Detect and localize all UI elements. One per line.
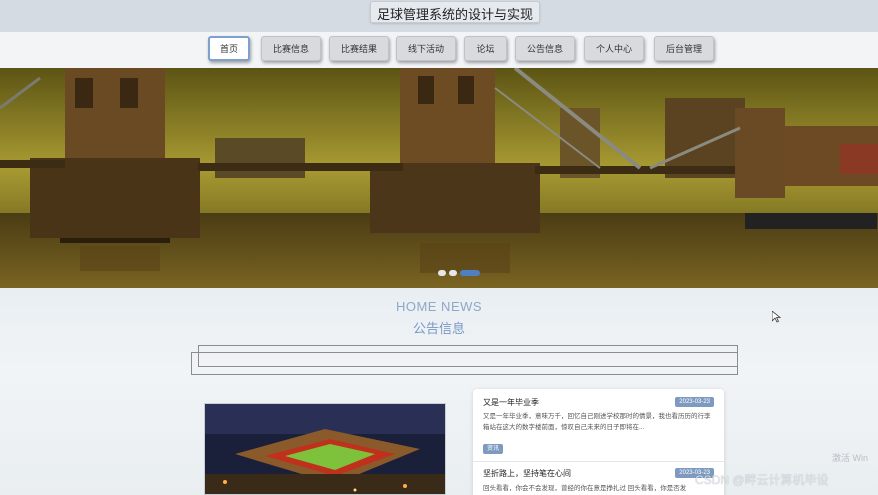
nav-item-announcements[interactable]: 公告信息 <box>515 36 575 61</box>
nav-item-home[interactable]: 首页 <box>208 36 250 61</box>
news-summary: 又是一年毕业季，意味万千，回忆自己刚进学校那时的情景，我也看历历的行李箱站在这大… <box>483 413 711 431</box>
news-item[interactable]: 坚折路上，坚持笔在心间 2023-03-23 回头看看，你会不会发现，曾经的你在… <box>473 462 724 495</box>
news-tag-badge: 资讯 <box>483 444 504 454</box>
divider-box <box>198 345 738 367</box>
stadium-image[interactable] <box>204 403 446 495</box>
nav-item-match-results[interactable]: 比赛结果 <box>329 36 389 61</box>
news-date-badge: 2023-03-23 <box>675 397 714 407</box>
site-title: 足球管理系统的设计与实现 <box>370 1 541 23</box>
carousel-dot[interactable] <box>449 270 457 276</box>
os-activation-notice: 激活 Win <box>832 453 869 463</box>
nav-item-offline-events[interactable]: 线下活动 <box>396 36 456 61</box>
section-title-en: HOME NEWS <box>395 299 483 314</box>
news-title[interactable]: 坚折路上，坚持笔在心间 <box>483 468 571 479</box>
news-list: 又是一年毕业季 2023-03-23 又是一年毕业季，意味万千，回忆自己刚进学校… <box>473 389 724 495</box>
news-summary: 回头看看，你会不会发现，曾经的你在意是挣扎过 回头看看，你是否发 <box>483 485 687 492</box>
news-title[interactable]: 又是一年毕业季 <box>483 397 539 408</box>
nav-item-personal-center[interactable]: 个人中心 <box>584 36 644 61</box>
carousel-dot[interactable] <box>438 270 446 276</box>
banner-carousel[interactable] <box>0 68 878 288</box>
section-title-cn: 公告信息 <box>412 321 465 336</box>
news-section: HOME NEWS 公告信息 又是一年毕业季 2023-03-23 又是一年毕业… <box>0 288 878 495</box>
banner-image <box>0 68 878 288</box>
top-bar: 足球管理系统的设计与实现 <box>0 0 878 32</box>
nav-item-match-info[interactable]: 比赛信息 <box>261 36 321 61</box>
carousel-indicators <box>438 270 480 276</box>
carousel-dot-active[interactable] <box>460 270 480 276</box>
nav-item-forum[interactable]: 论坛 <box>464 36 507 61</box>
nav-item-admin[interactable]: 后台管理 <box>654 36 714 61</box>
main-nav: 首页 比赛信息 比赛结果 线下活动 论坛 公告信息 个人中心 后台管理 <box>0 32 878 68</box>
news-item[interactable]: 又是一年毕业季 2023-03-23 又是一年毕业季，意味万千，回忆自己刚进学校… <box>473 389 724 461</box>
stadium-illustration <box>205 404 445 494</box>
mouse-cursor-icon <box>771 310 782 328</box>
watermark: CSDN @畔云计算机毕设 <box>695 473 829 487</box>
